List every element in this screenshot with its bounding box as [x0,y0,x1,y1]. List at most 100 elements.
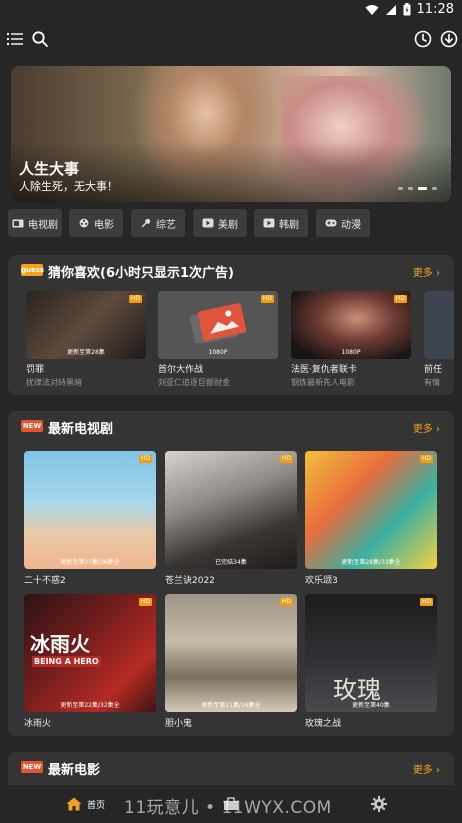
guess-you-like-section: guess 猜你喜欢(6小时只显示1次广告) 更多 › HD 更新至第28集 罚… [8,255,454,395]
category-anime[interactable]: 动漫 [316,209,370,237]
poster-image: 冰雨火 BEING A HERO HD 更新至第22集/32集全 [24,594,156,712]
hd-badge: HD [419,598,433,606]
episode-info: 更新至第28集/33集全 [341,559,401,566]
title: 冰雨火 [24,719,52,729]
category-label: 电影 [94,219,114,231]
category-tv[interactable]: 电视剧 [8,209,62,237]
download-icon[interactable] [440,30,458,48]
category-label: 动漫 [341,219,361,231]
hd-badge: HD [138,455,152,463]
hd-badge: HD [279,455,293,463]
more-link[interactable]: 更多 › [413,264,440,279]
poster-image: 玫瑰 HD 更新至第40集 [305,594,437,712]
nav-home-label: 首页 [87,800,106,811]
menu-icon[interactable] [6,30,24,48]
microphone-icon [141,218,151,228]
section-title: 猜你喜欢(6小时只显示1次广告) [48,266,234,281]
new-badge-icon: NEW [21,761,43,773]
hd-badge: HD [419,455,433,463]
category-label: 美剧 [218,219,238,231]
category-variety[interactable]: 综艺 [131,209,185,237]
episode-info: 1080P [341,349,361,356]
section-title: 最新电视剧 [48,422,114,437]
poster-image: HD 更新至第28集/33集全 [305,451,437,569]
category-label: 韩剧 [279,219,299,231]
description: 扰律法对峙黑暗 [26,378,82,387]
section-header: NEW 最新电影 更多 › [8,752,454,782]
guess-card-4[interactable]: 前任 有情 [424,291,454,391]
tv-card-4[interactable]: 冰雨火 BEING A HERO HD 更新至第22集/32集全 冰雨火 [24,594,156,730]
wifi-icon [365,4,379,15]
hd-badge: HD [393,295,407,303]
poster-placeholder: HD 1080P [158,291,278,359]
episode-info: 更新至第27集/36集全 [60,559,120,566]
episode-info: 更新至第11集/16集全 [201,702,261,709]
latest-tv-section: NEW 最新电视剧 更多 › HD 更新至第27集/36集全 二十不惑2 HD … [8,411,454,736]
hd-badge: HD [128,295,142,303]
history-icon[interactable] [414,30,432,48]
watermark-text: 11玩意儿 • 11WYX.COM [124,798,332,818]
title: 胆小鬼 [165,719,193,729]
episode-info: 1080P [208,349,228,356]
description: 有情 [424,378,440,387]
title: 首尔大作战 [158,365,204,375]
film-reel-icon [79,218,89,228]
battery-icon [403,3,411,16]
banner-pagination [398,187,437,190]
category-us-drama[interactable]: 美剧 [193,209,247,237]
title: 欢乐颂3 [305,576,338,586]
title: 玫瑰之战 [305,719,342,729]
tv-icon [12,219,24,228]
signal-icon [385,4,396,15]
nav-home[interactable]: 首页 [66,797,105,811]
guess-card-2[interactable]: HD 1080P 首尔大作战 刘亚仁追逐巨额财金 [158,291,278,391]
tv-card-2[interactable]: HD 已完结34集 苍兰诀2022 [165,451,297,587]
poster-image [424,291,454,359]
tv-card-6[interactable]: 玫瑰 HD 更新至第40集 玫瑰之战 [305,594,437,730]
episode-info: 更新至第28集 [67,349,105,356]
poster-subtitle-text: BEING A HERO [32,656,101,667]
episode-info: 更新至第40集 [352,702,390,709]
banner-subtitle: 人除生死，无大事！ [19,180,118,193]
hd-badge: HD [138,598,152,606]
tv-card-1[interactable]: HD 更新至第27集/36集全 二十不惑2 [24,451,156,587]
description: 钢炼最新先人电影 [291,378,355,387]
category-label: 综艺 [156,219,176,231]
image-placeholder-icon [189,303,247,343]
category-bar: 电视剧 电影 综艺 美剧 韩剧 动漫 [8,209,454,237]
status-time: 11:28 [416,2,454,17]
title: 前任 [424,365,443,375]
category-kr-drama[interactable]: 韩剧 [254,209,308,237]
description: 刘亚仁追逐巨额财金 [158,378,230,387]
guess-card-1[interactable]: HD 更新至第28集 罚罪 扰律法对峙黑暗 [26,291,146,391]
new-badge-icon: NEW [21,420,43,432]
category-movie[interactable]: 电影 [69,209,123,237]
category-label: 电视剧 [28,219,58,231]
more-link[interactable]: 更多 › [413,420,440,435]
status-bar: 11:28 [0,0,462,20]
game-controller-icon [325,219,337,227]
bottom-navigation: 首页 11玩意儿 • 11WYX.COM [0,785,462,823]
section-header: guess 猜你喜欢(6小时只显示1次广告) 更多 › [8,255,454,285]
more-link[interactable]: 更多 › [413,761,440,776]
play-icon [202,218,214,228]
hd-badge: HD [260,295,274,303]
search-icon[interactable] [31,30,49,48]
poster-image: HD 更新至第28集 [26,291,146,359]
title: 二十不惑2 [24,576,66,586]
guess-card-3[interactable]: HD 1080P 法医·复仇者联卡 钢炼最新先人电影 [291,291,411,391]
play-icon [263,218,275,228]
title: 法医·复仇者联卡 [291,365,357,375]
home-icon [66,797,82,811]
episode-info: 已完结34集 [215,559,247,566]
hero-banner[interactable]: 人生大事 人除生死，无大事！ [11,66,451,202]
section-title: 最新电影 [48,763,101,778]
episode-info: 更新至第22集/32集全 [60,702,120,709]
guess-badge-icon: guess [21,264,45,276]
hd-badge: HD [279,598,293,606]
tv-card-5[interactable]: HD 更新至第11集/16集全 胆小鬼 [165,594,297,730]
tv-card-3[interactable]: HD 更新至第28集/33集全 欢乐颂3 [305,451,437,587]
title: 罚罪 [26,365,45,375]
settings-gear-icon[interactable] [371,796,387,812]
top-bar [0,26,462,54]
